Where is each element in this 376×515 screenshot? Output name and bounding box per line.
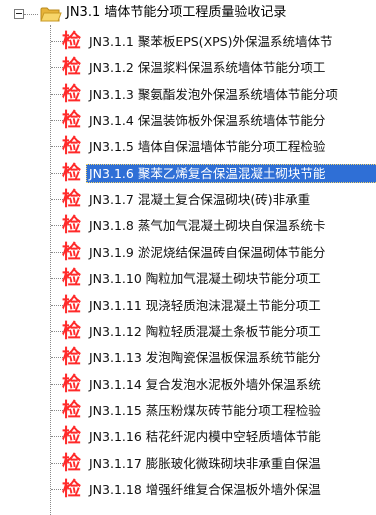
tree-connector: [24, 14, 38, 15]
tree-item[interactable]: 检 JN3.1.14 复合发泡水泥板外墙外保温系统: [0, 371, 376, 398]
tree-item[interactable]: 检 JN3.1.13 发泡陶瓷保温板保温系统节能分: [0, 344, 376, 371]
inspection-record-icon: 检: [62, 398, 82, 421]
folder-open-icon: [40, 7, 62, 22]
inspection-record-icon: 检: [62, 82, 82, 105]
tree-item-label: JN3.1.15 蒸压粉煤灰砖节能分项工程检验: [89, 402, 321, 418]
tree-item-label: JN3.1.13 发泡陶瓷保温板保温系统节能分: [89, 350, 321, 366]
inspection-record-icon: 检: [62, 214, 82, 237]
inspection-record-icon: 检: [62, 372, 82, 395]
tree-item-label: JN3.1.2 保温浆料保温系统墙体节能分项工: [89, 60, 326, 76]
tree-item-label: JN3.1.3 聚氨酯发泡外保温系统墙体节能分项: [89, 86, 338, 102]
inspection-record-icon: 检: [62, 267, 82, 290]
inspection-record-icon: 检: [62, 451, 82, 474]
tree-item-label: JN3.1.6 聚苯乙烯复合保温混凝土砌块节能: [86, 163, 376, 183]
inspection-record-icon: 检: [62, 477, 82, 500]
inspection-record-icon: 检: [62, 240, 82, 263]
tree-item[interactable]: 检 JN3.1.15 蒸压粉煤灰砖节能分项工程检验: [0, 397, 376, 424]
inspection-record-icon: 检: [62, 161, 82, 184]
tree-item[interactable]: 检 JN3.1.11 现浇轻质泡沫混凝土节能分项工: [0, 292, 376, 319]
tree-item-label: JN3.1.14 复合发泡水泥板外墙外保温系统: [89, 376, 321, 392]
inspection-record-icon: 检: [62, 56, 82, 79]
tree-item[interactable]: 检 JN3.1.8 蒸气加气混凝土砌块自保温系统卡: [0, 212, 376, 239]
tree-item-label: JN3.1.12 陶粒轻质混凝土条板节能分项工: [89, 323, 321, 339]
tree-item[interactable]: 检 JN3.1.9 淤泥烧结保温砖自保温砌体节能分: [0, 239, 376, 266]
tree-root-label: JN3.1 墙体节能分项工程质量验收记录: [66, 5, 287, 20]
tree-item[interactable]: 检 JN3.1.12 陶粒轻质混凝土条板节能分项工: [0, 318, 376, 345]
tree-item[interactable]: 检 JN3.1.2 保温浆料保温系统墙体节能分项工: [0, 54, 376, 81]
inspection-record-icon: 检: [62, 425, 82, 448]
tree-root-node[interactable]: JN3.1 墙体节能分项工程质量验收记录: [0, 2, 376, 24]
tree-item[interactable]: 检 JN3.1.3 聚氨酯发泡外保温系统墙体节能分项: [0, 81, 376, 108]
tree-item[interactable]: 检 JN3.1.7 混凝土复合保温砌块(砖)非承重: [0, 186, 376, 213]
tree-item[interactable]: 检 JN3.1.4 保温装饰板外保温系统墙体节能分: [0, 107, 376, 134]
tree-item-label: JN3.1.16 秸花纤泥内模中空轻质墙体节能: [89, 429, 321, 445]
tree-item-label: JN3.1.5 墙体自保温墙体节能分项工程检验: [89, 139, 326, 155]
tree-item-label: JN3.1.11 现浇轻质泡沫混凝土节能分项工: [89, 297, 321, 313]
tree-item[interactable]: 检 JN3.1.17 膨胀玻化微珠砌块非承重自保温: [0, 450, 376, 477]
tree-view[interactable]: JN3.1 墙体节能分项工程质量验收记录 检 JN3.1.1 聚苯板EPS(XPS…: [0, 0, 376, 515]
tree-item-label: JN3.1.8 蒸气加气混凝土砌块自保温系统卡: [89, 218, 326, 234]
inspection-record-icon: 检: [62, 30, 82, 52]
tree-item[interactable]: 检 JN3.1.1 聚苯板EPS(XPS)外保温系统墙体节: [0, 28, 376, 55]
inspection-record-icon: 检: [62, 293, 82, 316]
inspection-record-icon: 检: [62, 319, 82, 342]
inspection-record-icon: 检: [62, 188, 82, 211]
tree-item-label: JN3.1.9 淤泥烧结保温砖自保温砌体节能分: [89, 244, 326, 260]
inspection-record-icon: 检: [62, 346, 82, 369]
tree-item-label: JN3.1.1 聚苯板EPS(XPS)外保温系统墙体节: [89, 34, 333, 49]
tree-item[interactable]: 检 JN3.1.16 秸花纤泥内模中空轻质墙体节能: [0, 423, 376, 450]
tree-item-label: JN3.1.18 增强纤维复合保温板外墙外保温: [89, 481, 321, 497]
tree-item-label: JN3.1.10 陶粒加气混凝土砌块节能分项工: [89, 271, 321, 287]
tree-item-label: JN3.1.7 混凝土复合保温砌块(砖)非承重: [89, 192, 311, 208]
tree-item[interactable]: 检 JN3.1.10 陶粒加气混凝土砌块节能分项工: [0, 265, 376, 292]
tree-item[interactable]: 检 JN3.1.5 墙体自保温墙体节能分项工程检验: [0, 133, 376, 160]
tree-item[interactable]: 检 JN3.1.6 聚苯乙烯复合保温混凝土砌块节能: [0, 160, 376, 187]
collapse-expander-icon[interactable]: [14, 9, 24, 19]
tree-item[interactable]: 检 JN3.1.18 增强纤维复合保温板外墙外保温: [0, 476, 376, 503]
inspection-record-icon: 检: [62, 135, 82, 158]
tree-item-label: JN3.1.4 保温装饰板外保温系统墙体节能分: [89, 113, 326, 129]
tree-item-label: JN3.1.17 膨胀玻化微珠砌块非承重自保温: [89, 455, 321, 471]
inspection-record-icon: 检: [62, 109, 82, 132]
